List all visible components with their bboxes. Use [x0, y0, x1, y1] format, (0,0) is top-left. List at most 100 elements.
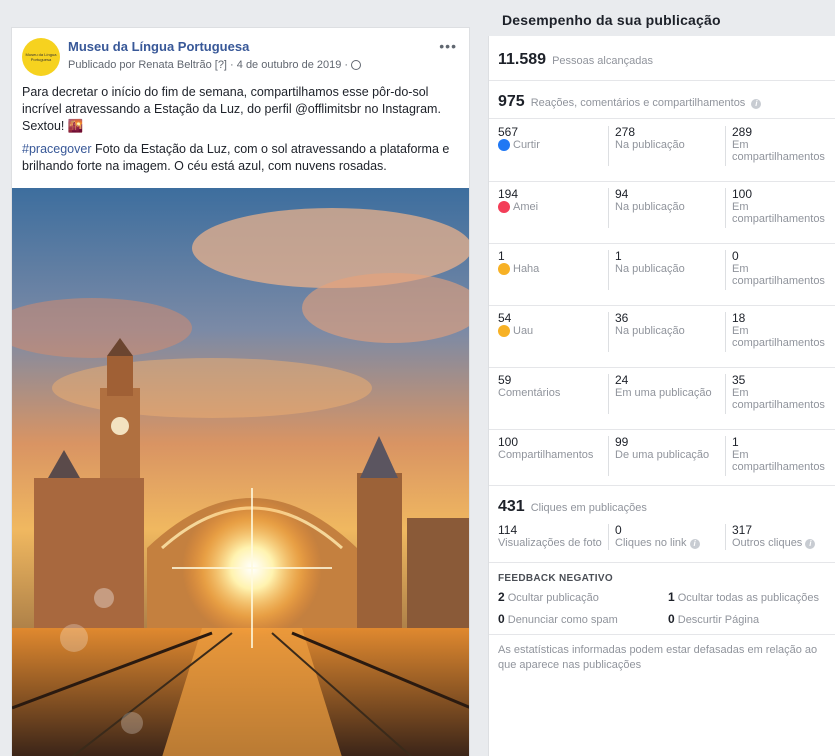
- total-number: 567: [498, 125, 519, 139]
- link-clicks-number: 0: [615, 523, 622, 537]
- on-shares-label: Em compartilhamentos: [732, 263, 825, 287]
- wow-icon: [498, 325, 510, 337]
- stat-row-curtir: 567 Curtir 278 Na publicação 289 Em compart…: [489, 120, 835, 181]
- photo-views-cell: 114 Visualizações de foto: [498, 524, 608, 549]
- link-clicks-cell: 0 Cliques no link i: [608, 524, 723, 550]
- clicks-label: Cliques em publicações: [530, 502, 647, 514]
- divider: [489, 485, 835, 486]
- on-post-label: Em uma publicação: [615, 387, 712, 399]
- stat-row-comentarios: 59 Comentários 24 Em uma publicação 35 Em c…: [489, 368, 835, 429]
- neg-number: 1: [668, 590, 675, 604]
- on-shares-number: 0: [732, 249, 739, 263]
- neg-unlike-page: 0 Descurtir Página: [668, 612, 759, 626]
- engagement-label: Reações, comentários e compartilhamentos: [530, 97, 746, 109]
- post-paragraph-1: Para decretar o início do fim de semana,…: [22, 85, 441, 133]
- on-post-label: Na publicação: [615, 139, 685, 151]
- divider: [489, 80, 835, 81]
- on-post-label: Na publicação: [615, 263, 685, 275]
- total-label: Amei: [513, 201, 539, 213]
- on-shares-cell: 1 Em compartilhamentos: [725, 436, 835, 476]
- total-cell: 1 Haha: [498, 250, 608, 275]
- on-post-cell: 278 Na publicação: [608, 126, 723, 166]
- post-meta: Publicado por Renata Beltrão [?] · 4 de …: [68, 59, 362, 71]
- on-post-label: De uma publicação: [615, 449, 710, 461]
- avatar[interactable]: Museu da Língua Portuguesa: [22, 38, 60, 76]
- stat-row-compartilhamentos: 100 Compartilhamentos 99 De uma publicação…: [489, 430, 835, 491]
- on-post-number: 99: [615, 435, 629, 449]
- neg-label: Denunciar como spam: [507, 614, 618, 626]
- on-post-number: 1: [615, 249, 622, 263]
- neg-number: 0: [498, 612, 505, 626]
- on-post-cell: 94 Na publicação: [608, 188, 723, 228]
- on-post-label: Na publicação: [615, 325, 685, 337]
- on-post-label: Na publicação: [615, 201, 685, 213]
- on-shares-number: 100: [732, 187, 753, 201]
- link-clicks-label: Cliques no link: [615, 537, 687, 549]
- on-shares-cell: 289 Em compartilhamentos: [725, 126, 835, 166]
- post-area: Museu da Língua Portuguesa Museu da Líng…: [0, 0, 480, 756]
- footer-note: As estatísticas informadas podem estar d…: [498, 644, 818, 671]
- globe-icon: [351, 60, 362, 70]
- info-icon[interactable]: i: [689, 539, 700, 549]
- neg-hide-post: 2 Ocultar publicação: [498, 590, 599, 604]
- stat-row-amei: 194 Amei 94 Na publicação 100 Em compartilh…: [489, 182, 835, 243]
- neg-label: Ocultar publicação: [507, 592, 599, 604]
- info-icon[interactable]: i: [751, 99, 762, 109]
- page-name-link[interactable]: Museu da Língua Portuguesa: [68, 39, 249, 54]
- total-cell: 194 Amei: [498, 188, 608, 213]
- neg-label: Descurtir Página: [677, 614, 760, 626]
- photo-views-number: 114: [498, 523, 518, 537]
- info-icon[interactable]: i: [805, 539, 816, 549]
- divider: [489, 634, 835, 635]
- stat-row-clicks: 114 Visualizações de foto 0 Cliques no lin…: [489, 518, 835, 579]
- post-header: Museu da Língua Portuguesa Museu da Líng…: [22, 38, 459, 78]
- hashtag-link[interactable]: #pracegover: [22, 142, 92, 156]
- on-shares-number: 289: [732, 125, 753, 139]
- panel-body: 11.589 Pessoas alcançadas 975 Reações, c…: [488, 36, 835, 756]
- on-shares-cell: 35 Em compartilhamentos: [725, 374, 835, 414]
- neg-number: 0: [668, 612, 675, 626]
- sunset-station-photo: [12, 188, 469, 756]
- other-clicks-cell: 317 Outros cliques i: [725, 524, 835, 550]
- on-shares-cell: 0 Em compartilhamentos: [725, 250, 835, 290]
- divider: [489, 118, 835, 119]
- total-label: Compartilhamentos: [498, 449, 594, 461]
- on-post-number: 278: [615, 125, 636, 139]
- total-number: 59: [498, 373, 512, 387]
- total-label: Uau: [513, 325, 534, 337]
- on-shares-number: 35: [732, 373, 746, 387]
- total-cell: 54 Uau: [498, 312, 608, 337]
- on-shares-label: Em compartilhamentos: [732, 201, 825, 225]
- more-options-button[interactable]: •••: [439, 38, 457, 54]
- total-cell: 59 Comentários: [498, 374, 608, 399]
- stat-row-uau: 54 Uau 36 Na publicação 18 Em compartilhame…: [489, 306, 835, 367]
- total-cell: 567 Curtir: [498, 126, 608, 151]
- total-number: 194: [498, 187, 519, 201]
- photo-views-label: Visualizações de foto: [498, 537, 602, 549]
- engagement-stat: 975 Reações, comentários e compartilhame…: [498, 93, 762, 111]
- post-photo[interactable]: [12, 188, 469, 756]
- reach-label: Pessoas alcançadas: [552, 55, 653, 67]
- post-text: Para decretar o início do fim de semana,…: [22, 84, 464, 181]
- on-post-number: 94: [615, 187, 629, 201]
- total-number: 54: [498, 311, 512, 325]
- clicks-number: 431: [498, 498, 525, 515]
- clicks-stat: 431 Cliques em publicações: [498, 498, 647, 516]
- post-card: Museu da Língua Portuguesa Museu da Líng…: [11, 27, 470, 756]
- on-post-cell: 24 Em uma publicação: [608, 374, 723, 414]
- panel-title: Desempenho da sua publicação: [502, 12, 721, 28]
- on-shares-cell: 100 Em compartilhamentos: [725, 188, 835, 228]
- total-label: Haha: [513, 263, 540, 275]
- post-paragraph-2: #pracegover Foto da Estação da Luz, com …: [22, 141, 464, 175]
- neg-label: Ocultar todas as publicações: [677, 592, 819, 604]
- neg-hide-all: 1 Ocultar todas as publicações: [668, 590, 819, 604]
- divider: [489, 562, 835, 563]
- neg-number: 2: [498, 590, 505, 604]
- stat-row-haha: 1 Haha 1 Na publicação 0 Em compartilhament…: [489, 244, 835, 305]
- panel-header: Desempenho da sua publicação: [488, 0, 835, 36]
- total-cell: 100 Compartilhamentos: [498, 436, 608, 461]
- other-clicks-number: 317: [732, 523, 753, 537]
- engagement-number: 975: [498, 93, 525, 110]
- post-meta-text: Publicado por Renata Beltrão [?] · 4 de …: [68, 59, 349, 71]
- on-post-cell: 36 Na publicação: [608, 312, 723, 352]
